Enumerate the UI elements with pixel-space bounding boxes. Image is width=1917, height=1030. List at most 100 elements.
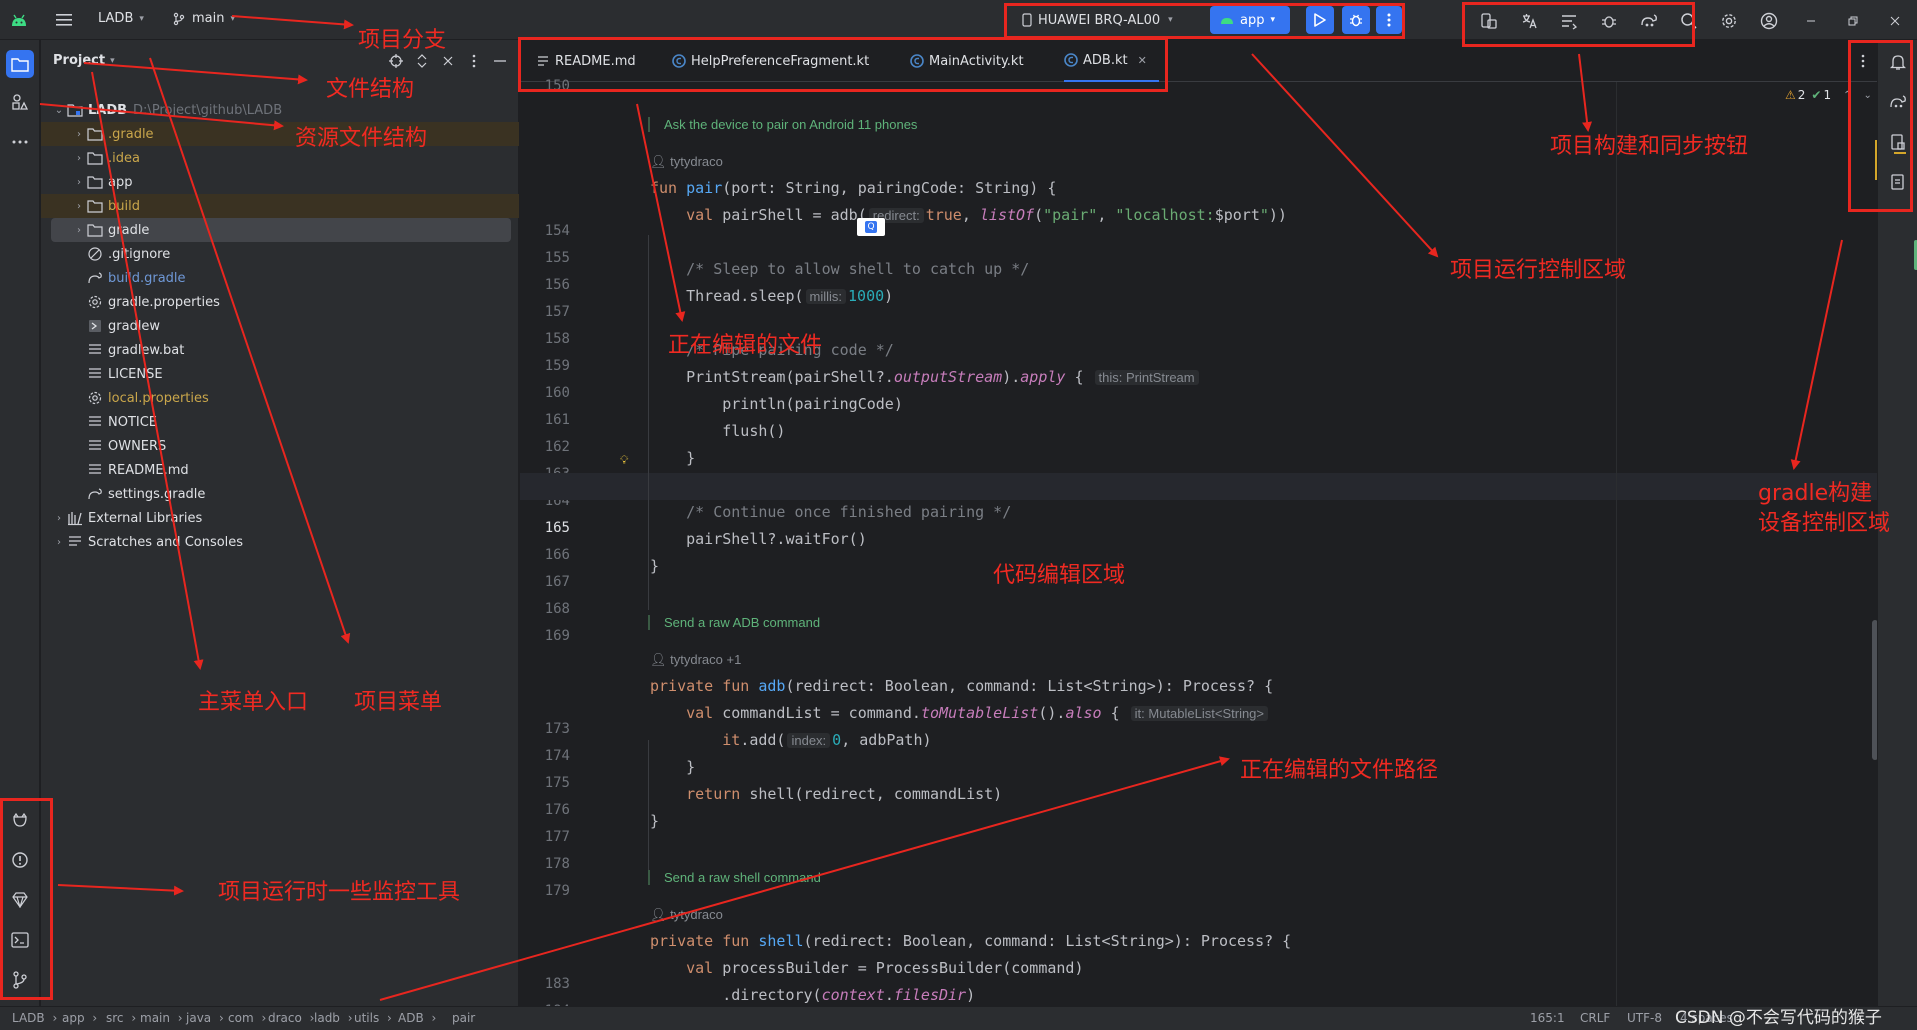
tree-item-label: settings.gradle — [108, 486, 206, 502]
project-view-selector[interactable]: Project ▾ — [53, 53, 115, 68]
breadcrumb-item[interactable]: src › — [106, 1011, 136, 1025]
more-tools-button[interactable] — [8, 130, 32, 154]
settings-button[interactable] — [1716, 8, 1742, 34]
chevron-right-icon: › — [427, 1011, 437, 1025]
tree-item[interactable]: settings.gradle — [41, 482, 519, 506]
code-author[interactable]: 👤︎ tytydraco — [650, 907, 723, 923]
chevron-right-icon[interactable] — [71, 342, 87, 358]
tree-item[interactable]: › app — [41, 170, 519, 194]
root-name: LADB — [88, 102, 128, 118]
tree-item[interactable]: OWNERS — [41, 434, 519, 458]
chevron-right-icon[interactable] — [71, 246, 87, 262]
tree-item[interactable]: gradlew.bat — [41, 338, 519, 362]
hide-panel-button[interactable] — [491, 52, 509, 70]
code-line-174[interactable]: val commandList = command.toMutableList(… — [650, 704, 1270, 722]
chevron-right-icon[interactable] — [71, 318, 87, 334]
breadcrumb-item[interactable]: main › — [140, 1011, 183, 1025]
annotation-project-menu: 项目菜单 — [354, 690, 443, 715]
tree-item[interactable]: › .idea — [41, 146, 519, 170]
cursor-position[interactable]: 165:1 — [1530, 1011, 1565, 1025]
code-line-161[interactable]: PrintStream(pairShell?.outputStream).app… — [650, 368, 1201, 386]
breadcrumb-item[interactable]: LADB › — [12, 1011, 57, 1025]
line-separator[interactable]: CRLF — [1580, 1011, 1610, 1025]
code-line-162[interactable]: println(pairingCode) — [650, 395, 903, 413]
breadcrumb-item[interactable]: app › — [62, 1011, 97, 1025]
breadcrumb-item[interactable]: pair — [452, 1011, 475, 1025]
chevron-right-icon[interactable] — [71, 270, 87, 286]
expand-all-button[interactable] — [413, 52, 431, 70]
collapse-all-button[interactable] — [439, 52, 457, 70]
code-line-185[interactable]: .directory(context.filesDir) — [650, 986, 975, 1004]
branch-switcher[interactable]: main ▾ — [172, 11, 235, 26]
breadcrumb-item[interactable]: ladb › — [314, 1011, 353, 1025]
tree-item[interactable]: .gitignore — [41, 242, 519, 266]
resource-manager-button[interactable] — [8, 90, 32, 114]
chevron-right-icon[interactable] — [71, 438, 87, 454]
file-encoding[interactable]: UTF-8 — [1627, 1011, 1662, 1025]
chevron-down-icon: ▾ — [139, 13, 144, 24]
code-author[interactable]: 👤︎ tytydraco +1 — [650, 652, 741, 668]
tree-item[interactable]: gradlew — [41, 314, 519, 338]
tree-item[interactable]: build.gradle — [41, 266, 519, 290]
tree-item[interactable]: README.md — [41, 458, 519, 482]
lightbulb-icon[interactable]: 💡︎ — [620, 453, 628, 468]
chevron-right-icon[interactable]: › — [71, 126, 87, 142]
chevron-right-icon[interactable]: › — [71, 174, 87, 190]
chevron-right-icon[interactable]: › — [71, 198, 87, 214]
code-author[interactable]: 👤︎ tytydraco — [650, 154, 723, 170]
code-line-178[interactable]: } — [650, 812, 659, 830]
panel-options-button[interactable] — [465, 52, 483, 70]
chevron-right-icon[interactable] — [71, 366, 87, 382]
breadcrumb-item[interactable]: draco › — [268, 1011, 314, 1025]
code-line-176[interactable]: } — [650, 758, 695, 776]
code-line-155[interactable]: val pairShell = adb(redirect: true, listO… — [650, 206, 1287, 224]
tree-root-ladb[interactable]: ⌄ LADB D:\Project\github\LADB — [41, 98, 519, 122]
tree-item[interactable]: LICENSE — [41, 362, 519, 386]
minimize-window-button[interactable] — [1800, 10, 1822, 32]
chevron-right-icon[interactable]: › — [51, 534, 67, 550]
chevron-right-icon[interactable] — [71, 414, 87, 430]
restore-window-button[interactable] — [1842, 10, 1864, 32]
chevron-right-icon[interactable] — [71, 390, 87, 406]
chevron-right-icon[interactable] — [71, 486, 87, 502]
tree-item-label: app — [108, 174, 133, 190]
code-line-167[interactable]: pairShell?.waitFor() — [650, 530, 867, 548]
chevron-right-icon[interactable] — [71, 462, 87, 478]
chevron-right-icon[interactable] — [71, 294, 87, 310]
tree-item[interactable]: › External Libraries — [41, 506, 519, 530]
code-line-164[interactable]: } — [650, 449, 695, 467]
main-menu-button[interactable] — [52, 8, 76, 32]
code-line-158[interactable]: Thread.sleep(millis: 1000) — [650, 287, 893, 305]
project-tool-button[interactable] — [6, 50, 34, 78]
code-line-173[interactable]: private fun adb(redirect: Boolean, comma… — [650, 677, 1273, 695]
tree-item[interactable]: › .gradle — [41, 122, 519, 146]
code-line-168[interactable]: } — [650, 557, 659, 575]
code-line-183[interactable]: private fun shell(redirect: Boolean, com… — [650, 932, 1291, 950]
breadcrumb-item[interactable]: com › — [228, 1011, 266, 1025]
account-button[interactable] — [1756, 8, 1782, 34]
tree-item[interactable]: › Scratches and Consoles — [41, 530, 519, 554]
code-line-163[interactable]: flush() — [650, 422, 785, 440]
tree-item[interactable]: gradle.properties — [41, 290, 519, 314]
code-line-154[interactable]: fun pair(port: String, pairingCode: Stri… — [650, 179, 1056, 197]
code-line-157[interactable]: /* Sleep to allow shell to catch up */ — [650, 260, 1029, 278]
breadcrumb-item[interactable]: java › — [186, 1011, 224, 1025]
code-line-166[interactable]: /* Continue once finished pairing */ — [650, 503, 1011, 521]
chevron-right-icon[interactable]: › — [71, 150, 87, 166]
tree-item[interactable]: › build — [41, 194, 519, 218]
android-studio-logo-icon — [8, 10, 30, 30]
tree-item[interactable]: local.properties — [41, 386, 519, 410]
project-switcher[interactable]: LADB ▾ — [98, 11, 144, 26]
chevron-right-icon[interactable]: › — [71, 222, 87, 238]
code-line-184[interactable]: val processBuilder = ProcessBuilder(comm… — [650, 959, 1083, 977]
tree-item[interactable]: NOTICE — [41, 410, 519, 434]
chevron-right-icon[interactable]: › — [51, 510, 67, 526]
code-line-177[interactable]: return shell(redirect, commandList) — [650, 785, 1002, 803]
tree-item[interactable]: › gradle — [51, 218, 511, 242]
code-line-175[interactable]: it.add(index: 0, adbPath) — [650, 731, 931, 749]
select-opened-file-button[interactable] — [387, 52, 405, 70]
breadcrumb-item[interactable]: utils › — [354, 1011, 392, 1025]
breadcrumb-item[interactable]: ADB › — [398, 1011, 436, 1025]
close-window-button[interactable] — [1884, 10, 1906, 32]
floating-translate-widget[interactable]: Q — [857, 218, 885, 236]
